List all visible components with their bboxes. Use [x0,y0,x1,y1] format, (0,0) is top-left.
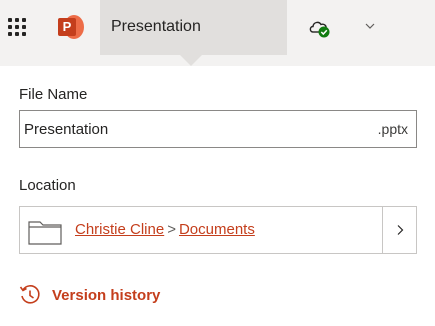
breadcrumb-link-documents[interactable]: Documents [179,221,255,238]
file-name-field[interactable]: .pptx [19,110,417,148]
powerpoint-logo-icon: P [58,15,84,39]
version-history-label: Version history [52,287,161,304]
file-extension: .pptx [377,121,408,137]
location-open-button[interactable] [382,207,416,253]
callout-pointer [180,55,202,66]
folder-icon [28,221,62,245]
location-breadcrumb: Christie Cline > Documents [75,221,255,238]
history-icon [19,285,40,304]
breadcrumb-separator: > [167,221,176,238]
file-info-panel: File Name .pptx Location Christie Cline>… [0,66,435,326]
file-name-label: File Name [19,86,88,103]
chevron-right-icon [397,225,404,235]
file-name-input[interactable] [20,111,360,147]
location-label: Location [19,177,76,194]
app-launcher-icon[interactable] [6,14,28,40]
breadcrumb-link-owner[interactable]: Christie Cline [75,221,164,238]
app-icon-letter: P [58,18,76,36]
top-bar: P Presentation [0,0,435,66]
location-field[interactable]: Christie Cline > Documents [19,206,417,254]
cloud-saved-icon [309,21,330,38]
document-title: Presentation [111,18,201,35]
chevron-down-icon[interactable] [364,20,376,32]
document-title-button[interactable]: Presentation [100,0,375,55]
